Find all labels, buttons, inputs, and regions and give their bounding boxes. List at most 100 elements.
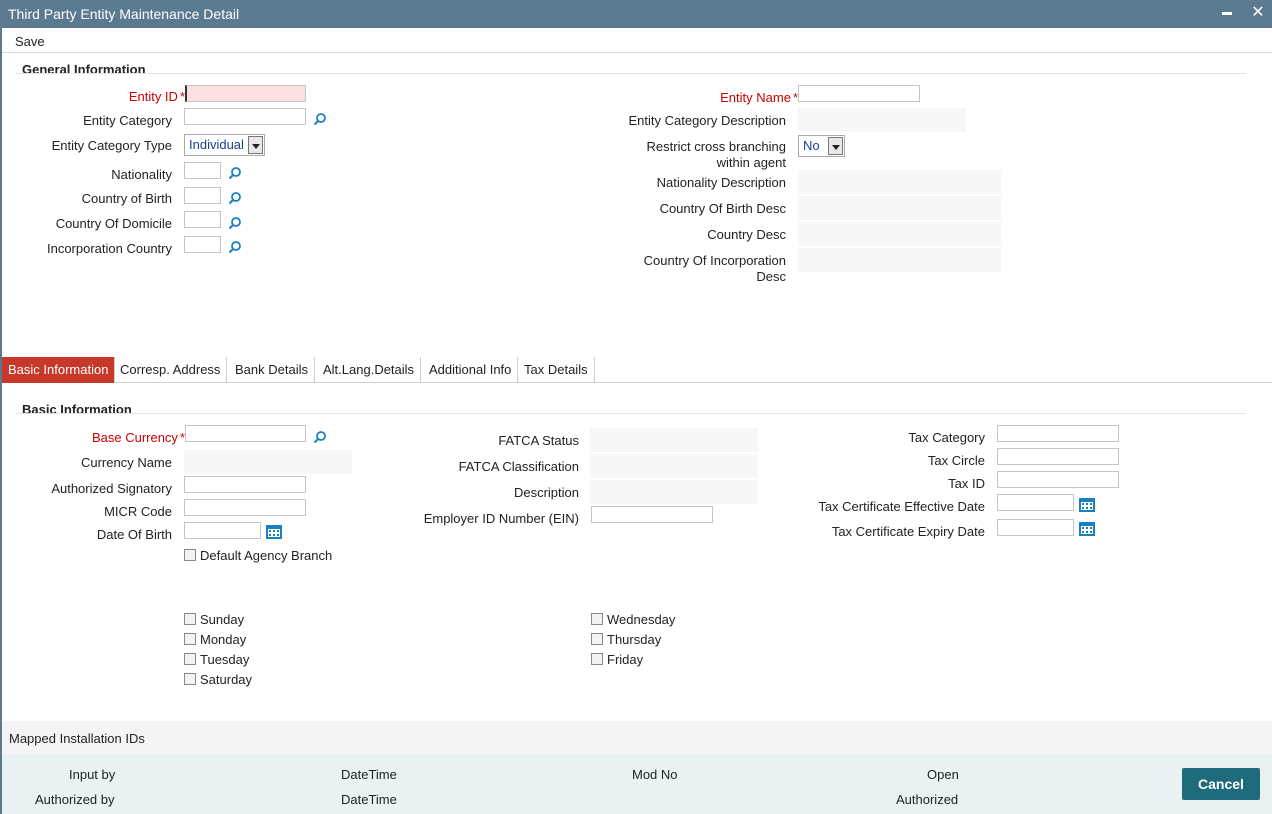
fatca-status-label: FATCA Status [498, 433, 579, 448]
friday-label: Friday [607, 652, 644, 667]
nationality-input[interactable] [184, 162, 221, 179]
entity-category-type-value: Individual [189, 137, 244, 152]
entity-category-type-select[interactable]: Individual [184, 134, 265, 156]
country-of-birth-input[interactable] [184, 187, 221, 204]
tax-cert-expiry-input[interactable] [997, 519, 1074, 536]
close-icon[interactable]: ✕ [1249, 4, 1267, 22]
tab-additional-info[interactable]: Additional Info [423, 357, 519, 383]
date-of-birth-input[interactable] [184, 522, 261, 539]
menu-bar: Save [2, 28, 1272, 53]
base-currency-label: Base Currency * [91, 430, 185, 445]
chevron-down-icon [828, 137, 843, 155]
tuesday-checkbox[interactable] [184, 653, 196, 665]
mod-no-label: Mod No [632, 767, 678, 782]
entity-category-search-icon[interactable] [313, 112, 327, 126]
default-agency-branch-checkbox[interactable] [184, 549, 196, 561]
tax-category-label: Tax Category [908, 430, 985, 445]
incorporation-country-label: Incorporation Country [46, 241, 172, 256]
fatca-classification-label: FATCA Classification [458, 459, 579, 474]
base-currency-search-icon[interactable] [313, 430, 327, 444]
cancel-button[interactable]: Cancel [1182, 768, 1260, 800]
tax-cert-effective-input[interactable] [997, 494, 1074, 511]
micr-code-label: MICR Code [104, 504, 172, 519]
saturday-checkbox[interactable] [184, 673, 196, 685]
base-currency-input[interactable] [185, 425, 306, 442]
country-of-domicile-search-icon[interactable] [228, 216, 242, 230]
open-status-label: Open [927, 767, 959, 782]
tax-category-input[interactable] [997, 425, 1119, 442]
tax-cert-effective-label: Tax Certificate Effective Date [818, 499, 985, 514]
country-of-birth-desc-label: Country Of Birth Desc [659, 201, 786, 216]
audit-footer: Input by Authorized by DateTime DateTime… [2, 754, 1272, 814]
currency-name-field [184, 450, 352, 474]
nationality-desc-label: Nationality Description [656, 175, 786, 190]
currency-name-label: Currency Name [80, 455, 172, 470]
general-info-divider [16, 73, 1246, 74]
country-of-incorporation-desc-label: Country Of Incorporation Desc [643, 253, 786, 284]
country-of-domicile-input[interactable] [184, 211, 221, 228]
country-of-birth-search-icon[interactable] [228, 191, 242, 205]
sunday-checkbox[interactable] [184, 613, 196, 625]
restrict-cross-branching-select[interactable]: No [798, 135, 845, 157]
fatca-classification-field [590, 454, 758, 478]
entity-category-desc-label: Entity Category Description [628, 113, 786, 128]
default-agency-branch-label: Default Agency Branch [200, 548, 333, 563]
entity-id-label: Entity ID * [128, 89, 185, 104]
tab-bank-details[interactable]: Bank Details [229, 357, 315, 383]
entity-id-input[interactable] [185, 85, 306, 102]
chevron-down-icon [248, 136, 263, 154]
authorized-by-label: Authorized by [35, 792, 115, 807]
saturday-label: Saturday [200, 672, 253, 687]
authorized-datetime-label: DateTime [341, 792, 397, 807]
country-of-birth-label: Country of Birth [81, 191, 172, 206]
monday-checkbox[interactable] [184, 633, 196, 645]
tab-basic-information[interactable]: Basic Information [2, 357, 116, 383]
authorized-signatory-input[interactable] [184, 476, 306, 493]
country-of-domicile-label: Country Of Domicile [55, 216, 172, 231]
tab-alt-lang-details[interactable]: Alt.Lang.Details [317, 357, 422, 383]
basic-info-divider [16, 413, 1246, 414]
country-desc-field [798, 222, 1001, 246]
entity-name-label: Entity Name * [720, 90, 798, 105]
mapped-installation-ids-link[interactable]: Mapped Installation IDs [9, 731, 145, 746]
tax-cert-effective-calendar-icon[interactable] [1078, 497, 1096, 513]
tab-bar: Basic Information Corresp. Address Bank … [2, 357, 1272, 383]
tab-tax-details[interactable]: Tax Details [518, 357, 595, 383]
tax-cert-expiry-label: Tax Certificate Expiry Date [831, 524, 985, 539]
tax-circle-label: Tax Circle [927, 453, 985, 468]
restrict-cross-branching-label: Restrict cross branching within agent [646, 139, 786, 170]
description-label: Description [513, 485, 579, 500]
country-desc-label: Country Desc [707, 227, 786, 242]
entity-category-input[interactable] [184, 108, 306, 125]
incorporation-country-input[interactable] [184, 236, 221, 253]
tab-corresp-address[interactable]: Corresp. Address [114, 357, 228, 383]
nationality-label: Nationality [111, 167, 172, 182]
window-titlebar: Third Party Entity Maintenance Detail ✕ [0, 0, 1272, 28]
window-title: Third Party Entity Maintenance Detail [8, 6, 240, 22]
date-of-birth-calendar-icon[interactable] [265, 524, 283, 540]
friday-checkbox[interactable] [591, 653, 603, 665]
tax-circle-input[interactable] [997, 448, 1119, 465]
micr-code-input[interactable] [184, 499, 306, 516]
fatca-status-field [590, 428, 758, 452]
minimize-icon[interactable] [1218, 4, 1236, 22]
thursday-checkbox[interactable] [591, 633, 603, 645]
incorporation-country-search-icon[interactable] [228, 240, 242, 254]
sunday-label: Sunday [200, 612, 245, 627]
tax-id-input[interactable] [997, 471, 1119, 488]
entity-category-type-label: Entity Category Type [51, 138, 172, 153]
entity-name-input[interactable] [798, 85, 920, 102]
thursday-label: Thursday [607, 632, 662, 647]
country-of-birth-desc-field [798, 196, 1001, 220]
tax-id-label: Tax ID [948, 476, 985, 491]
wednesday-checkbox[interactable] [591, 613, 603, 625]
description-field [590, 480, 758, 504]
nationality-search-icon[interactable] [228, 166, 242, 180]
monday-label: Monday [200, 632, 247, 647]
tax-cert-expiry-calendar-icon[interactable] [1078, 521, 1096, 537]
ein-input[interactable] [591, 506, 713, 523]
ein-label: Employer ID Number (EIN) [423, 511, 579, 526]
basic-info-title: Basic Information [22, 402, 132, 417]
authorized-status-label: Authorized [896, 792, 959, 807]
save-button[interactable]: Save [15, 34, 45, 49]
